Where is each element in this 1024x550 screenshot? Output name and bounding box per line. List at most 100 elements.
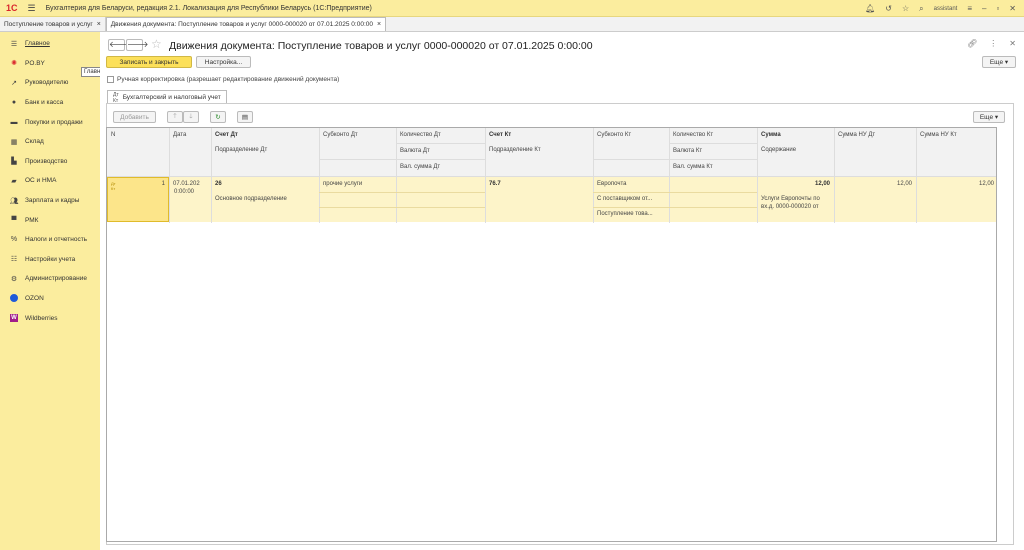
favorite-star-icon[interactable]: ☆ bbox=[151, 37, 162, 51]
sidebar-item-ozon[interactable]: OZON bbox=[0, 289, 100, 309]
save-and-close-button[interactable]: Записать и закрыть bbox=[106, 56, 192, 68]
col-content[interactable]: Содержание bbox=[757, 145, 800, 155]
link-icon[interactable]: 🔗︎ bbox=[967, 39, 977, 48]
back-button[interactable]: 🡐 bbox=[108, 39, 130, 51]
row-sum-nu-kt: 12,00 bbox=[978, 181, 994, 187]
minimize-button[interactable]: – bbox=[982, 4, 986, 13]
table-more-button[interactable]: Еще ▾ bbox=[973, 111, 1005, 123]
open-windows-bar: Поступление товаров и услуг × Движения д… bbox=[0, 17, 1024, 32]
close-icon[interactable]: × bbox=[377, 21, 381, 28]
move-down-button[interactable]: 🡓 bbox=[183, 111, 199, 123]
sidebar-item-purchases[interactable]: ▬ Покупки и продажи bbox=[0, 112, 100, 132]
tab-document-movements[interactable]: Движения документа: Поступление товаров … bbox=[105, 17, 387, 31]
col-account-kt[interactable]: Счет Кт bbox=[485, 130, 515, 140]
sidebar-item-label: Главное bbox=[25, 40, 50, 48]
accounting-icon: Дт Кт bbox=[113, 91, 119, 104]
sidebar-item-main[interactable]: ☰ Главное bbox=[0, 34, 100, 54]
col-currency-kt[interactable]: Валюта Кт bbox=[669, 146, 706, 156]
sidebar-item-label: Настройки учета bbox=[25, 255, 76, 263]
sidebar-item-label: Покупки и продажи bbox=[25, 118, 83, 126]
favorites-star-icon[interactable]: ☆ bbox=[902, 4, 909, 13]
sidebar-item-admin[interactable]: ⚙ Администрирование bbox=[0, 269, 100, 289]
col-n[interactable]: N bbox=[107, 130, 119, 140]
col-division-dt[interactable]: Подразделение Дт bbox=[211, 145, 271, 155]
main-menu-icon[interactable]: ☰ bbox=[28, 3, 36, 14]
col-sum-nu-dt[interactable]: Сумма НУ Дт bbox=[834, 130, 879, 140]
tab-accounting[interactable]: Дт Кт Бухгалтерский и налоговый учет bbox=[107, 90, 227, 104]
checkbox-box[interactable] bbox=[107, 76, 114, 83]
row-division-dt: Основное подразделение bbox=[215, 196, 287, 202]
settings-button[interactable]: Настройка... bbox=[196, 56, 251, 68]
col-sum[interactable]: Сумма bbox=[757, 130, 785, 140]
wildberries-icon: W bbox=[10, 314, 18, 323]
sidebar-item-label: Администрирование bbox=[25, 275, 87, 283]
sidebar-item-label: Банк и касса bbox=[25, 99, 64, 107]
warehouse-icon: ▦ bbox=[10, 138, 18, 146]
tab-purchase-list[interactable]: Поступление товаров и услуг × bbox=[0, 17, 106, 31]
col-subconto-kt[interactable]: Субконто Кт bbox=[593, 130, 635, 140]
entry-type-icon: Дт Кт bbox=[111, 181, 116, 191]
sidebar-item-rmk[interactable]: ▀ РМК bbox=[0, 210, 100, 230]
close-icon[interactable]: × bbox=[97, 21, 101, 28]
col-account-dt[interactable]: Счет Дт bbox=[211, 130, 242, 140]
history-icon[interactable]: ↺ bbox=[885, 4, 892, 13]
excel-export-button[interactable]: ▤ bbox=[237, 111, 253, 123]
app-logo: 1С bbox=[6, 3, 18, 13]
col-cur-sum-dt[interactable]: Вал. сумма Дт bbox=[396, 162, 444, 172]
col-qty-dt[interactable]: Количество Дт bbox=[396, 130, 445, 140]
col-subconto-dt[interactable]: Субконто Дт bbox=[319, 130, 362, 140]
more-button[interactable]: Еще ▾ bbox=[982, 56, 1016, 68]
row-subconto-kt-1: Европочта bbox=[597, 181, 627, 187]
refresh-button[interactable]: ↻ bbox=[210, 111, 226, 123]
tab-label: Поступление товаров и услуг bbox=[4, 20, 93, 28]
sidebar-item-warehouse[interactable]: ▦ Склад bbox=[0, 132, 100, 152]
user-name[interactable]: assistant bbox=[934, 6, 958, 12]
row-subconto-kt-3: Поступление това... bbox=[597, 211, 653, 217]
cart-icon: ▬ bbox=[10, 118, 18, 126]
sidebar-item-label: Руководителю bbox=[25, 79, 69, 87]
sidebar-item-wildberries[interactable]: W Wildberries bbox=[0, 308, 100, 328]
maximize-button[interactable]: ▫ bbox=[996, 4, 999, 13]
add-button[interactable]: Добавить bbox=[113, 111, 156, 123]
sidebar-item-label: Налоги и отчетность bbox=[25, 236, 88, 244]
row-n: 1 bbox=[161, 181, 165, 187]
bank-icon: ● bbox=[11, 99, 17, 107]
close-button[interactable]: ✕ bbox=[1009, 4, 1016, 13]
sidebar-item-assets[interactable]: ▰ ОС и НМА bbox=[0, 171, 100, 191]
close-icon[interactable]: ✕ bbox=[1009, 39, 1016, 48]
tab-label: Бухгалтерский и налоговый учет bbox=[122, 94, 221, 101]
col-currency-dt[interactable]: Валюта Дт bbox=[396, 146, 434, 156]
bell-icon[interactable]: 🔔︎ bbox=[865, 4, 875, 13]
col-sum-nu-kt[interactable]: Сумма НУ Кт bbox=[916, 130, 961, 140]
more-vertical-icon[interactable]: ⋮ bbox=[989, 39, 997, 48]
sidebar-item-taxes[interactable]: % Налоги и отчетность bbox=[0, 230, 100, 250]
move-up-button[interactable]: 🡑 bbox=[167, 111, 183, 123]
sidebar-item-bank[interactable]: ● Банк и касса bbox=[0, 93, 100, 113]
col-date[interactable]: Дата bbox=[169, 130, 190, 140]
sidebar-item-label: Производство bbox=[25, 157, 68, 165]
settings-list-icon: ☷ bbox=[10, 256, 18, 264]
sidebar-item-production[interactable]: ▙ Производство bbox=[0, 152, 100, 172]
row-content-2: вх.д. 0000-000020 от bbox=[761, 204, 819, 210]
gear-icon: ⚙ bbox=[10, 275, 18, 283]
app-title: Бухгалтерия для Беларуси, редакция 2.1. … bbox=[45, 4, 372, 12]
col-division-kt[interactable]: Подразделение Кт bbox=[485, 145, 545, 155]
row-subconto-kt-2: С поставщиком от... bbox=[597, 196, 653, 202]
sidebar-item-accounting-settings[interactable]: ☷ Настройки учета bbox=[0, 250, 100, 270]
sidebar-item-salary[interactable]: 👥︎ Зарплата и кадры bbox=[0, 191, 100, 211]
register-icon: ▀ bbox=[11, 216, 17, 224]
col-qty-kt[interactable]: Количество Кт bbox=[669, 130, 717, 140]
sidebar-item-label: РМК bbox=[25, 216, 39, 224]
po-icon: ✺ bbox=[11, 60, 17, 68]
ozon-icon-wrap bbox=[9, 293, 19, 304]
row-subconto-dt: прочие услуги bbox=[323, 181, 363, 187]
settings-menu-icon[interactable]: ≡ bbox=[967, 4, 972, 13]
titlebar-actions: 🔔︎ ↺ ☆ ⌕ assistant ≡ – ▫ ✕ bbox=[865, 0, 1016, 17]
ozon-icon bbox=[10, 293, 18, 302]
manual-adjust-checkbox[interactable]: Ручная корректировка (разрешает редактир… bbox=[107, 76, 339, 83]
sidebar-item-label: Склад bbox=[25, 138, 44, 146]
col-cur-sum-kt[interactable]: Вал. сумма Кт bbox=[669, 162, 717, 172]
row-account-dt: 26 bbox=[215, 181, 222, 187]
search-icon[interactable]: ⌕ bbox=[919, 4, 923, 14]
forward-button[interactable]: 🡒 bbox=[126, 39, 148, 51]
